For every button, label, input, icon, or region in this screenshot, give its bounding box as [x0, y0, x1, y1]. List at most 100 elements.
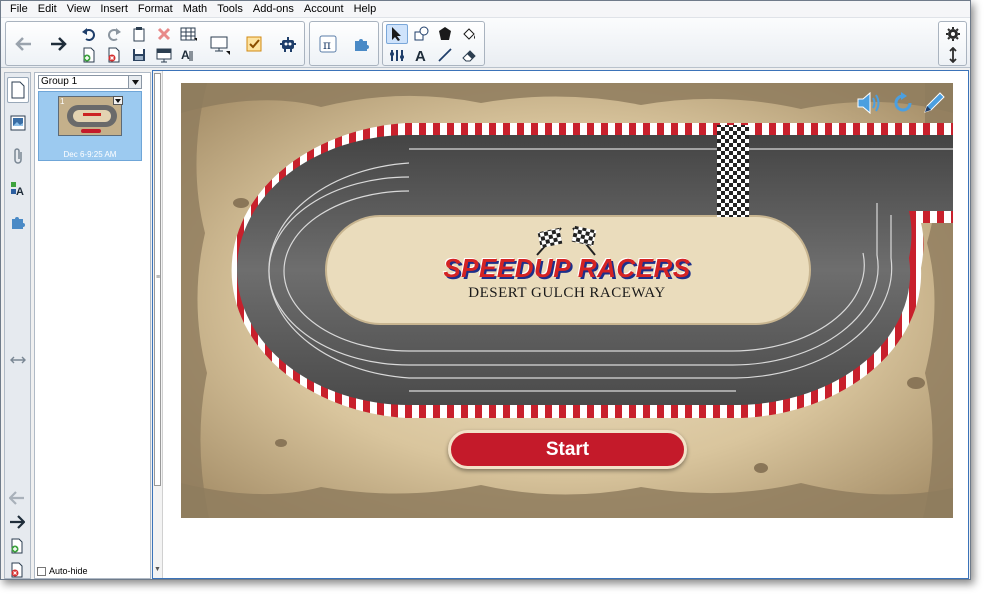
- paste-button[interactable]: [128, 24, 150, 44]
- panel-resize-arrows[interactable]: [9, 354, 27, 366]
- measure-tool-button[interactable]: [386, 45, 408, 65]
- tab-gallery[interactable]: [7, 110, 29, 136]
- properties-icon: A: [11, 182, 24, 198]
- delete-x-icon: [157, 27, 171, 41]
- capture-icon: [246, 36, 262, 52]
- addons-button[interactable]: [274, 26, 302, 62]
- tab-page-sorter[interactable]: [7, 77, 29, 103]
- toolbar: A π A: [1, 18, 970, 68]
- menu-tools[interactable]: Tools: [212, 1, 248, 18]
- toolbar-group-tools: A: [382, 21, 485, 66]
- redo-icon: [108, 28, 121, 41]
- puzzle-button[interactable]: [348, 26, 376, 62]
- menu-math[interactable]: Math: [178, 1, 212, 18]
- game-logo-subtitle: DESERT GULCH RACEWAY: [468, 285, 666, 301]
- chevron-down-icon: [115, 98, 121, 103]
- table-button[interactable]: [178, 24, 200, 44]
- text-tool-button[interactable]: A: [410, 45, 432, 65]
- spell-check-icon: A: [181, 48, 193, 62]
- redo-button[interactable]: [103, 24, 125, 44]
- autohide-label: Auto-hide: [49, 566, 88, 576]
- scrollbar-thumb[interactable]: ≡: [154, 73, 161, 486]
- paint-bucket-icon: [463, 28, 475, 40]
- page-thumbnail-card[interactable]: 1 Dec 6-9:25 AM: [38, 91, 142, 161]
- puzzle-piece-icon: [12, 217, 25, 229]
- robot-icon: [280, 37, 296, 52]
- back-button[interactable]: [10, 26, 38, 62]
- group-dropdown[interactable]: Group 1: [38, 75, 142, 89]
- fill-shape-button[interactable]: [434, 24, 456, 44]
- page-timestamp: Dec 6-9:25 AM: [63, 150, 117, 159]
- math-button[interactable]: π: [314, 26, 342, 62]
- menu-format[interactable]: Format: [133, 1, 178, 18]
- save-button[interactable]: [128, 45, 150, 65]
- speaker-icon: [857, 91, 880, 115]
- autohide-control[interactable]: Auto-hide: [37, 566, 88, 576]
- delete-button[interactable]: [153, 24, 175, 44]
- delete-page-icon: [108, 47, 120, 63]
- pi-icon: π: [319, 35, 337, 53]
- select-tool-button[interactable]: [386, 24, 408, 44]
- monitor-icon: [210, 36, 230, 55]
- restart-button[interactable]: [889, 89, 917, 117]
- line-tool-button[interactable]: [434, 45, 456, 65]
- menu-edit[interactable]: Edit: [33, 1, 62, 18]
- menu-addons[interactable]: Add-ons: [248, 1, 299, 18]
- sound-button[interactable]: [856, 89, 884, 117]
- menu-bar: File Edit View Insert Format Math Tools …: [1, 1, 970, 18]
- arrow-right-icon: [51, 37, 67, 51]
- menu-view[interactable]: View: [62, 1, 96, 18]
- menu-insert[interactable]: Insert: [95, 1, 133, 18]
- menu-file[interactable]: File: [5, 1, 33, 18]
- tab-addons[interactable]: [7, 209, 29, 235]
- measure-icon: [390, 50, 404, 61]
- application-window: File Edit View Insert Format Math Tools …: [0, 0, 971, 580]
- page-icon: [11, 81, 25, 99]
- add-page-bottom-button[interactable]: [6, 535, 28, 557]
- start-button[interactable]: Start: [448, 430, 687, 469]
- screen-shade-button[interactable]: [153, 45, 175, 65]
- menu-account[interactable]: Account: [299, 1, 349, 18]
- pen-button[interactable]: [920, 89, 948, 117]
- settings-button[interactable]: [942, 24, 964, 44]
- up-down-arrows-icon: [949, 47, 957, 63]
- group-dropdown-value: Group 1: [41, 76, 78, 87]
- spell-check-button[interactable]: A: [178, 45, 200, 65]
- scroll-down-arrow-icon[interactable]: ▼: [154, 566, 161, 573]
- display-button[interactable]: [206, 26, 234, 62]
- canvas-vertical-scrollbar[interactable]: ≡ ▼: [153, 71, 163, 578]
- gear-icon: [946, 27, 960, 41]
- undo-icon: [82, 28, 95, 41]
- arrow-left-icon: [9, 491, 24, 505]
- add-page-icon: [11, 538, 23, 554]
- whiteboard-canvas[interactable]: ≡ ▼ SPEEDUP RACERS DESERT GULCH RACEWAY …: [152, 70, 969, 579]
- page-navigation-controls: [6, 487, 28, 579]
- page-sorter-panel: Group 1 1 Dec 6-9:25 AM: [34, 72, 151, 579]
- text-a-icon: A: [415, 48, 426, 63]
- toolbar-move-button[interactable]: [942, 45, 964, 65]
- tab-properties[interactable]: A: [7, 176, 29, 202]
- save-disk-icon: [133, 49, 145, 61]
- add-page-button[interactable]: [78, 45, 100, 65]
- clipboard-icon: [133, 27, 145, 42]
- tab-attachments[interactable]: [7, 143, 29, 169]
- previous-page-button[interactable]: [6, 487, 28, 509]
- autohide-checkbox[interactable]: [37, 566, 46, 576]
- delete-page-bottom-button[interactable]: [6, 559, 28, 579]
- page-menu-button[interactable]: [113, 96, 123, 105]
- undo-button[interactable]: [78, 24, 100, 44]
- game-logo-title: SPEEDUP RACERS: [443, 253, 691, 283]
- grip-icon: ≡: [156, 274, 161, 281]
- shapes-tool-button[interactable]: [410, 24, 432, 44]
- forward-button[interactable]: [44, 26, 72, 62]
- cursor-arrow-icon: [392, 27, 401, 41]
- puzzle-icon: [355, 39, 369, 51]
- next-page-button[interactable]: [6, 511, 28, 533]
- menu-help[interactable]: Help: [349, 1, 382, 18]
- eraser-tool-button[interactable]: [458, 45, 480, 65]
- delete-page-button[interactable]: [103, 45, 125, 65]
- eraser-icon: [462, 50, 476, 62]
- capture-button[interactable]: [240, 26, 268, 62]
- fill-bucket-button[interactable]: [458, 24, 480, 44]
- left-right-arrows-icon: [10, 356, 26, 364]
